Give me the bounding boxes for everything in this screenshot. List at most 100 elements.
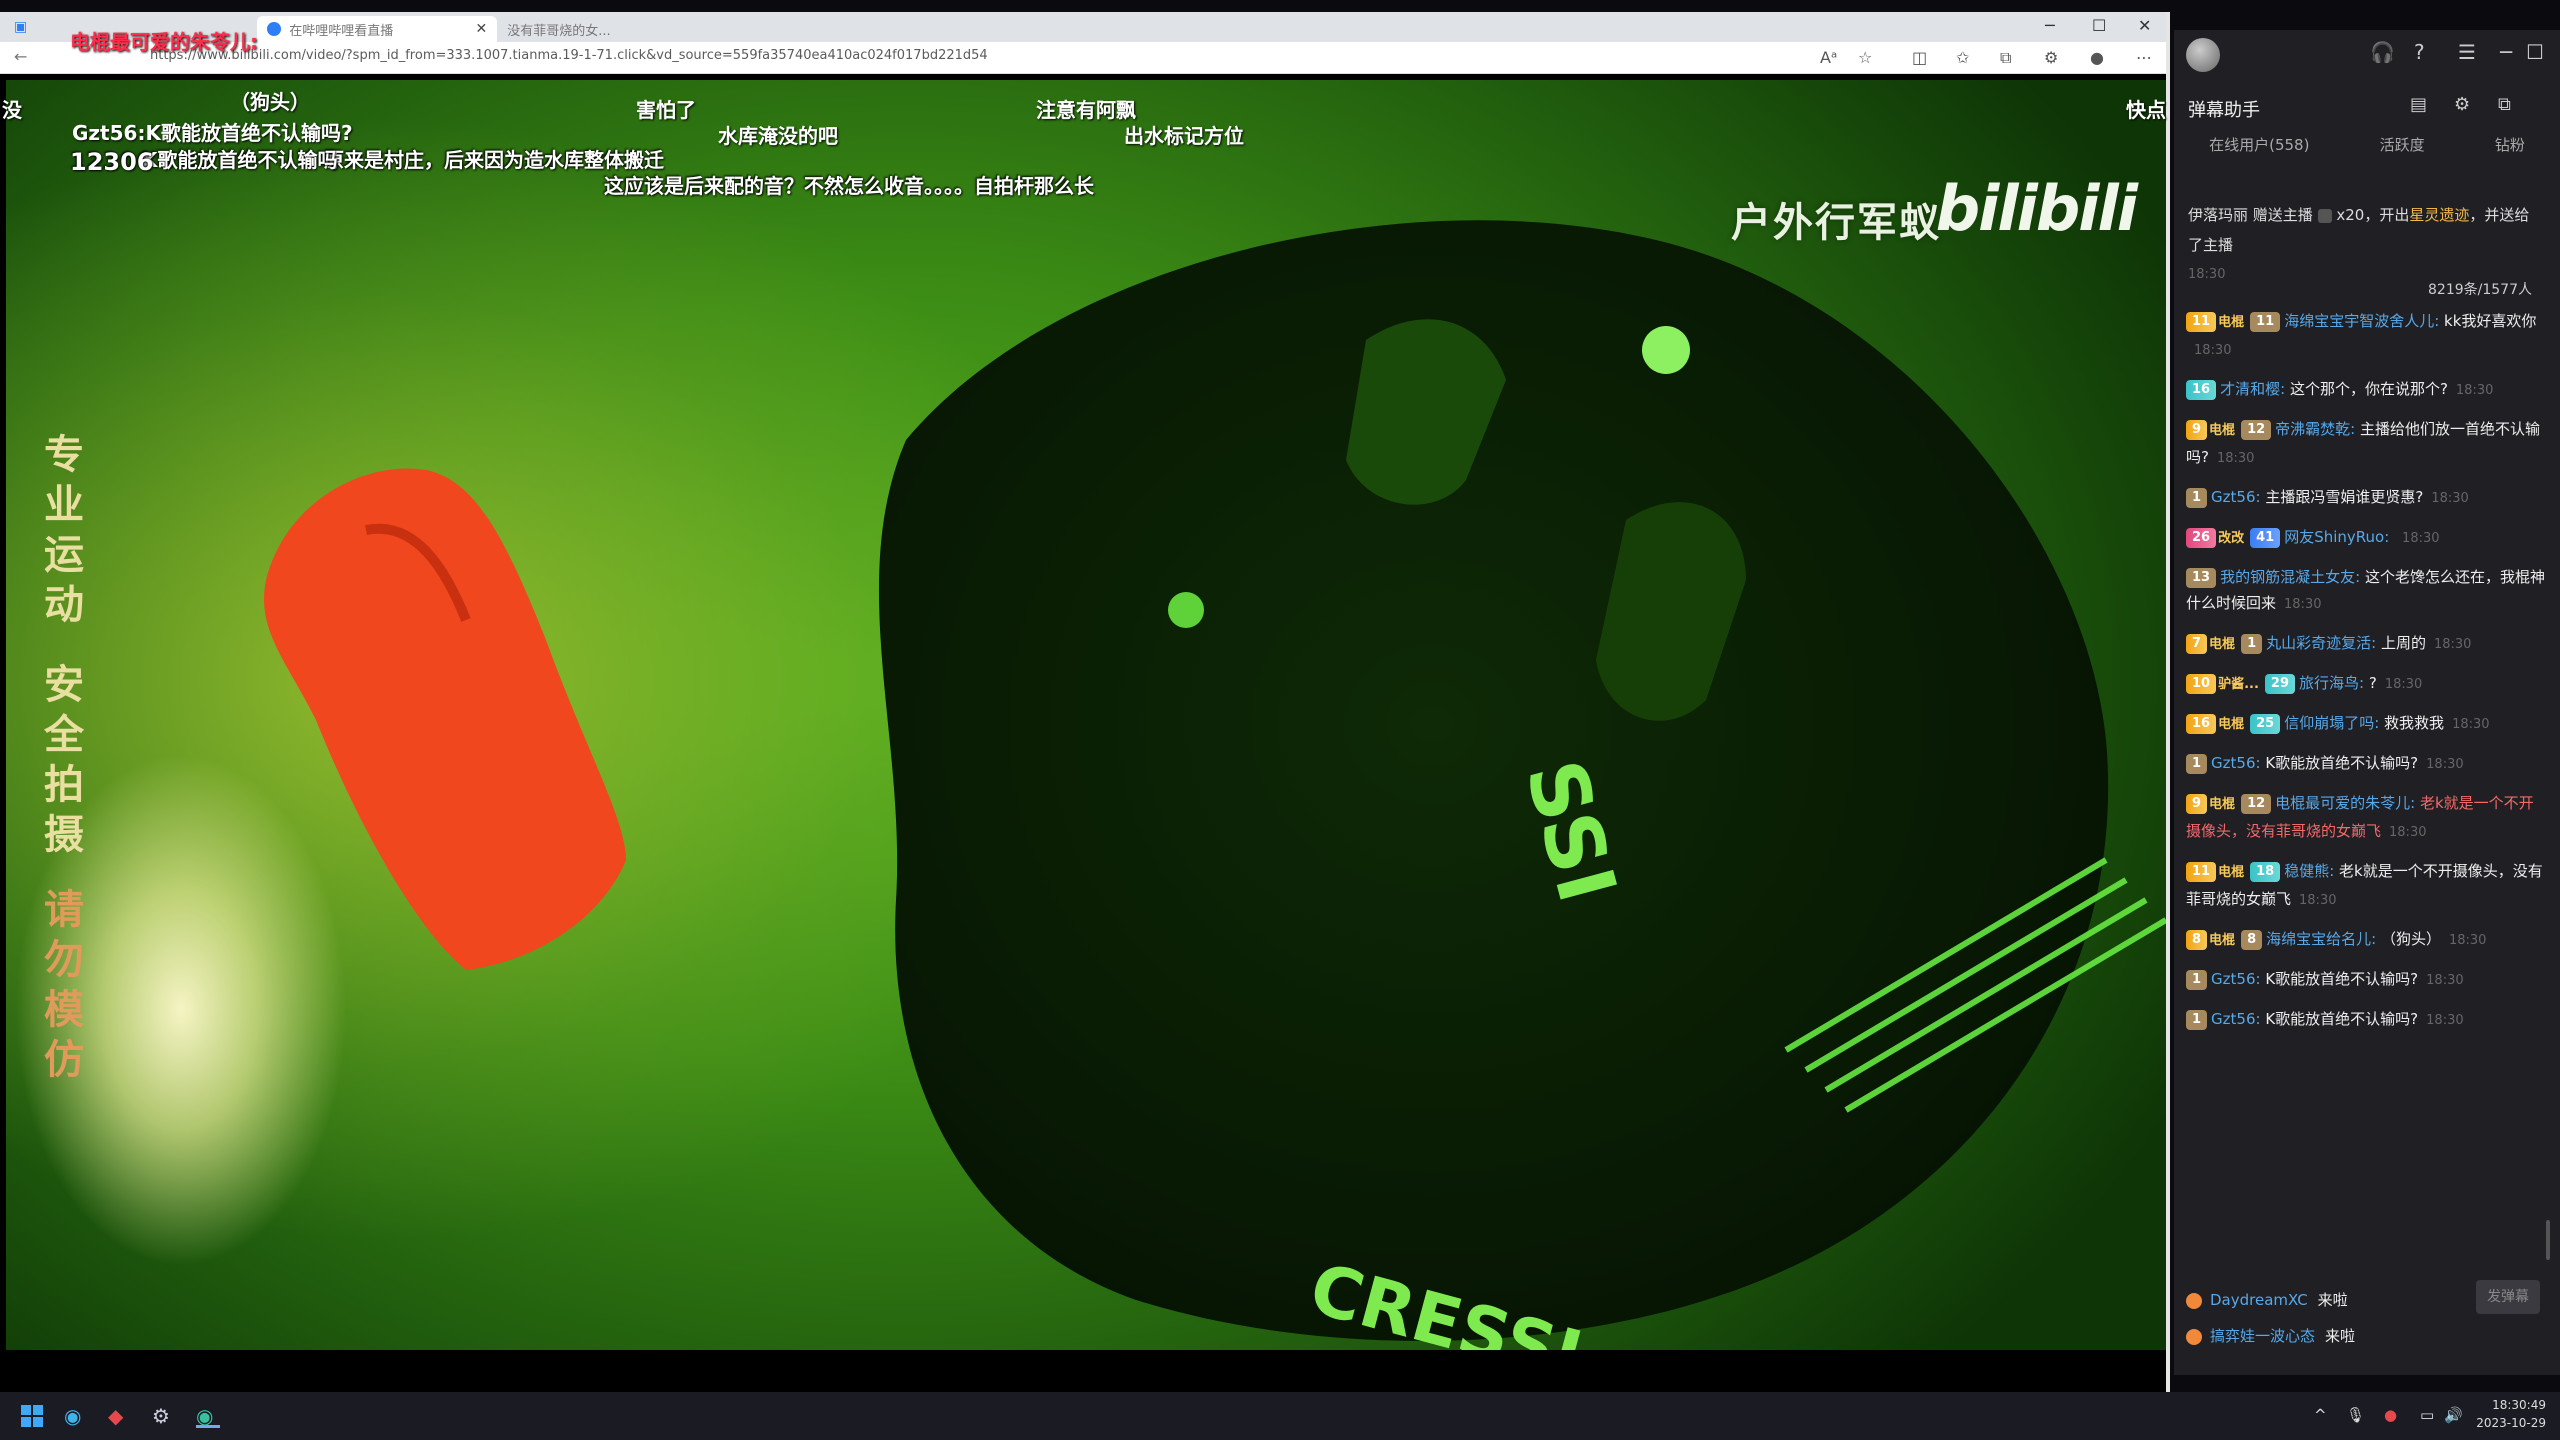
close-icon[interactable]: ✕ — [2138, 16, 2151, 35]
sidebar-toggle-icon[interactable]: ▣ — [14, 19, 27, 35]
medal-name: 电棍 — [2218, 865, 2245, 880]
chat-message[interactable]: 7 电棍 1 丸山彩奇迹复活: 上周的 18:30 — [2186, 630, 2546, 658]
username[interactable]: Gzt56 — [2211, 970, 2255, 988]
medal-badge: 41 — [2250, 527, 2281, 548]
scrollbar[interactable] — [2546, 1220, 2550, 1260]
chat-message[interactable]: 16 电棍 25 信仰崩塌了吗: 救我救我 18:30 — [2186, 710, 2546, 738]
windows-start-icon[interactable] — [20, 1404, 44, 1428]
username[interactable]: 我的钢筋混凝土女友 — [2220, 568, 2355, 586]
message-time: 18:30 — [2426, 1013, 2464, 1028]
tray-app-icon[interactable]: ● — [2384, 1406, 2397, 1424]
chat-message[interactable]: 9 电棍 12 电棍最可爱的朱苓儿: 老k就是一个不开摄像头，没有菲哥烧的女巅飞 18:… — [2186, 790, 2546, 846]
microphone-icon[interactable]: 🎙 — [2346, 1406, 2365, 1424]
help-icon[interactable]: ? — [2414, 40, 2425, 64]
username[interactable]: 才清和樱 — [2220, 380, 2280, 398]
chat-message[interactable]: 1 Gzt56: K歌能放首绝不认输吗? 18:30 — [2186, 966, 2546, 994]
medal-badge: 11 — [2186, 311, 2217, 332]
read-aloud-icon[interactable]: Aᵃ — [1820, 48, 1837, 67]
settings-icon[interactable]: ⚙ — [2454, 94, 2470, 115]
message-time: 18:30 — [2431, 491, 2469, 506]
message-time: 18:30 — [2426, 757, 2464, 772]
menu-icon[interactable]: ☰ — [2458, 40, 2476, 64]
more-menu-icon[interactable]: ⋯ — [2136, 48, 2152, 67]
avatar[interactable] — [2186, 38, 2220, 72]
medal-name: 电棍 — [2209, 797, 2236, 812]
headset-icon[interactable]: 🎧 — [2370, 40, 2395, 64]
clock[interactable]: 18:30:49 2023-10-29 — [2476, 1396, 2546, 1432]
chat-message[interactable]: 26 改改 41 网友ShinyRuo: 18:30 — [2186, 524, 2546, 552]
username[interactable]: 网友ShinyRuo — [2284, 528, 2384, 546]
separator: : — [2371, 634, 2381, 652]
steam-icon[interactable]: ⚙ — [152, 1404, 176, 1428]
separator: : — [2410, 794, 2420, 812]
bilibili-favicon-icon — [267, 22, 282, 36]
medal-badge: 25 — [2250, 713, 2281, 734]
popout-icon[interactable]: ⧉ — [2498, 94, 2511, 115]
network-icon[interactable]: ▭ — [2420, 1406, 2434, 1424]
username[interactable]: Gzt56 — [2211, 488, 2255, 506]
medal-name: 电棍 — [2218, 315, 2245, 330]
panel-tabs: 在线用户(558) 活跃度 钻粉 — [2174, 134, 2560, 155]
chat-message[interactable]: 11 电棍 18 稳健熊: 老k就是一个不开摄像头，没有菲哥烧的女巅飞 18:30 — [2186, 858, 2546, 914]
extensions-icon[interactable]: ⚙ — [2044, 48, 2058, 67]
edge-active-icon[interactable]: ◉ — [196, 1404, 220, 1428]
medal-badge: 12 — [2241, 419, 2272, 440]
username[interactable]: 电棍最可爱的朱苓儿 — [2275, 794, 2410, 812]
medal-name: 电棍 — [2218, 717, 2245, 732]
chat-message[interactable]: 11 电棍 11 海绵宝宝宇智波舍人儿: kk我好喜欢你18:30 — [2186, 308, 2546, 364]
minimize-icon[interactable]: ─ — [2500, 40, 2512, 64]
user-level-icon — [2186, 1328, 2202, 1345]
username[interactable]: 帝沸霸焚乾 — [2275, 420, 2350, 438]
medal-badge: 18 — [2250, 861, 2281, 882]
tab-online-users[interactable]: 在线用户(558) — [2209, 134, 2309, 155]
collections-icon[interactable]: ⧉ — [2000, 48, 2011, 68]
username[interactable]: 海绵宝宝给名儿 — [2266, 930, 2371, 948]
enter-notice: 搞弈娃一波心态 来啦 — [2186, 1318, 2546, 1354]
chat-message[interactable]: 9 电棍 12 帝沸霸焚乾: 主播给他们放一首绝不认输吗? 18:30 — [2186, 416, 2546, 472]
chat-message[interactable]: 1 Gzt56: K歌能放首绝不认输吗? 18:30 — [2186, 1006, 2546, 1034]
medal-name: 改改 — [2218, 531, 2245, 546]
video-player[interactable]: CRESSI SSI 户外行军蚁 bilibili 专业运动 安全拍摄 请勿模仿… — [6, 80, 2166, 1350]
danmu-item: 原来是村庄，后来因为造水库整体搬迁 — [324, 148, 664, 172]
tab-activity[interactable]: 活跃度 — [2380, 134, 2425, 155]
tray-expand-icon[interactable]: ^ — [2314, 1406, 2327, 1424]
channel-watermark: 户外行军蚁 — [1731, 200, 1941, 246]
panel-title: 弹幕助手 — [2188, 100, 2260, 121]
medal-name: 电棍 — [2209, 423, 2236, 438]
minimize-icon[interactable]: ─ — [2045, 16, 2055, 35]
send-danmu-button[interactable]: 发弹幕 — [2476, 1280, 2540, 1314]
username[interactable]: 旅行海鸟 — [2299, 674, 2359, 692]
chat-message[interactable]: 10 驴酱... 29 旅行海鸟: ? 18:30 — [2186, 670, 2546, 698]
tab-close-icon[interactable]: ✕ — [476, 21, 488, 37]
username[interactable]: 信仰崩塌了吗 — [2284, 714, 2374, 732]
username[interactable]: Gzt56 — [2211, 754, 2255, 772]
maximize-icon[interactable]: ☐ — [2526, 40, 2544, 64]
chat-message[interactable]: 16 才清和樱: 这个那个，你在说那个? 18:30 — [2186, 376, 2546, 404]
username[interactable]: 稳健熊 — [2284, 862, 2329, 880]
app-icon[interactable]: ◆ — [108, 1404, 132, 1428]
chat-message[interactable]: 8 电棍 8 海绵宝宝给名儿: （狗头） 18:30 — [2186, 926, 2546, 954]
tab-active[interactable]: 在哔哩哔哩看直播 ✕ — [257, 16, 498, 42]
volume-icon[interactable]: 🔊 — [2444, 1406, 2463, 1424]
chat-message[interactable]: 13 我的钢筋混凝土女友: 这个老馋怎么还在，我棍神什么时候回来 18:30 — [2186, 564, 2546, 618]
maximize-icon[interactable]: ☐ — [2092, 16, 2106, 35]
url-field[interactable]: https://www.bilibili.com/video/?spm_id_f… — [150, 48, 988, 63]
split-screen-icon[interactable]: ◫ — [1912, 48, 1927, 67]
username[interactable]: DaydreamXC — [2210, 1291, 2308, 1309]
chat-message[interactable]: 1 Gzt56: 主播跟冯雪娟谁更贤惠? 18:30 — [2186, 484, 2546, 512]
chat-message[interactable]: 1 Gzt56: K歌能放首绝不认输吗? 18:30 — [2186, 750, 2546, 778]
username[interactable]: 搞弈娃一波心态 — [2210, 1327, 2315, 1345]
username[interactable]: 海绵宝宝宇智波舍人儿 — [2284, 312, 2434, 330]
tab-diamond-fans[interactable]: 钻粉 — [2495, 134, 2525, 155]
favorites-icon[interactable]: ✩ — [1956, 48, 1969, 67]
profile-avatar[interactable]: ● — [2090, 48, 2104, 67]
tab-second[interactable]: 没有菲哥烧的女... — [497, 16, 620, 42]
back-icon[interactable]: ← — [14, 47, 27, 66]
note-icon[interactable]: ▤ — [2410, 94, 2427, 115]
edge-browser-icon[interactable]: ◉ — [64, 1404, 88, 1428]
username[interactable]: 丸山彩奇迹复活 — [2266, 634, 2371, 652]
favorite-star-icon[interactable]: ☆ — [1858, 48, 1872, 67]
danmu-item: 电棍最可爱的朱苓儿: — [70, 30, 258, 54]
username[interactable]: Gzt56 — [2211, 1010, 2255, 1028]
medal-badge: 16 — [2186, 379, 2217, 400]
